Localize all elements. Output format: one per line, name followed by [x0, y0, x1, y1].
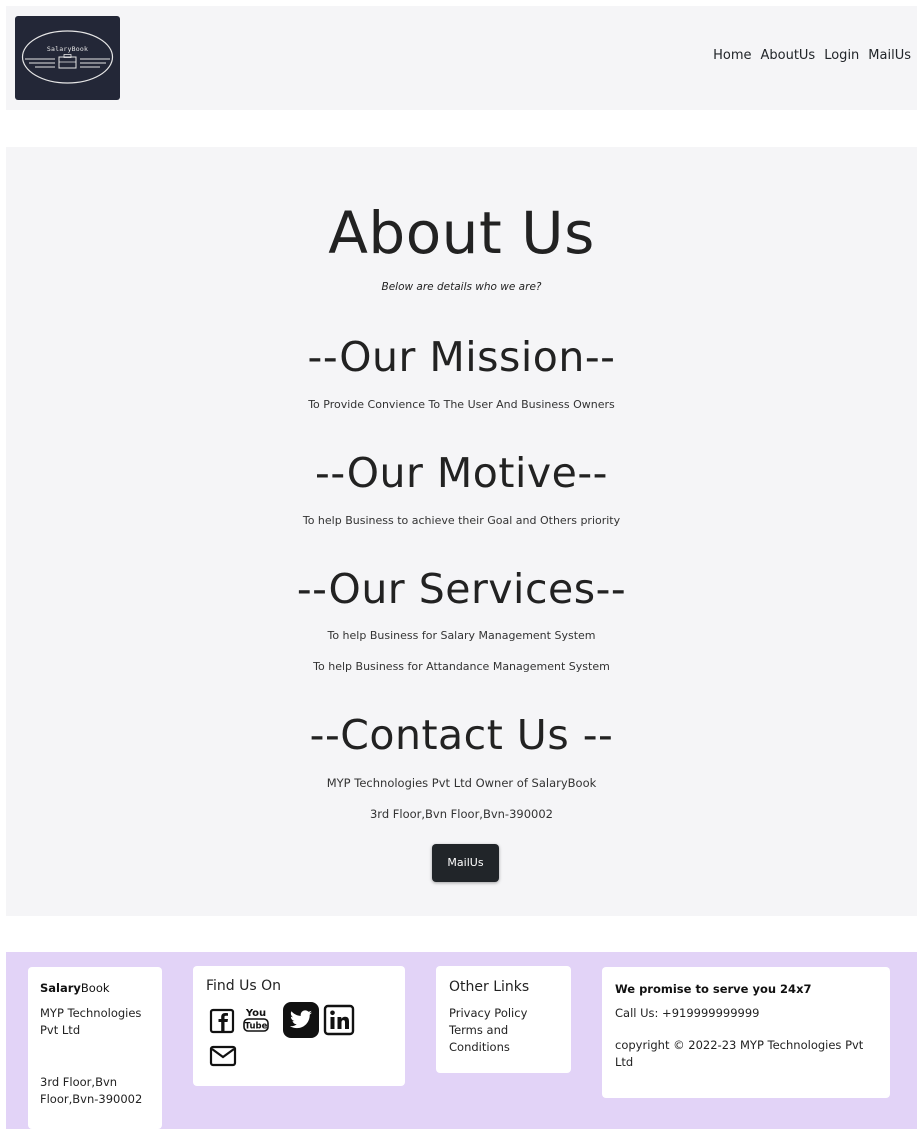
mailus-button[interactable]: MailUs	[432, 844, 499, 882]
facebook-icon[interactable]	[209, 1008, 235, 1034]
footer-contact-card: We promise to serve you 24x7 Call Us: +9…	[602, 967, 890, 1098]
page-subtitle: Below are details who we are?	[381, 281, 542, 293]
main-nav: Home AboutUs Login MailUs	[713, 48, 911, 63]
footer-brand-bold: Salary	[40, 981, 81, 995]
nav-home[interactable]: Home	[713, 48, 751, 63]
footer-company-name: MYP Technologies Pvt Ltd	[40, 1006, 142, 1037]
twitter-icon[interactable]	[283, 1002, 319, 1038]
page-title: About Us	[328, 199, 595, 267]
footer-brand: SalaryBook	[40, 981, 110, 995]
motive-text: To help Business to achieve their Goal a…	[302, 514, 621, 527]
promise-text: We promise to serve you 24x7	[615, 982, 812, 996]
nav-aboutus[interactable]: AboutUs	[760, 48, 815, 63]
site-header: SalaryBook Home AboutUs Login MailUs	[6, 6, 917, 110]
terms-link[interactable]: Terms and Conditions	[449, 1022, 559, 1056]
site-footer: SalaryBook MYP Technologies Pvt Ltd 3rd …	[6, 952, 917, 1129]
salarybook-logo[interactable]: SalaryBook	[15, 16, 120, 100]
logo-text: SalaryBook	[46, 45, 89, 53]
linkedin-icon[interactable]	[323, 1004, 355, 1036]
logo-emblem	[21, 30, 114, 84]
footer-company-card: SalaryBook MYP Technologies Pvt Ltd 3rd …	[28, 967, 162, 1129]
svg-text:Tube: Tube	[245, 1022, 268, 1032]
footer-social-card: Find Us On You Tube	[193, 966, 405, 1086]
motive-heading: --Our Motive--	[315, 449, 608, 497]
contact-owner: MYP Technologies Pvt Ltd Owner of Salary…	[326, 776, 597, 790]
other-links: Privacy Policy Terms and Conditions	[449, 1005, 559, 1056]
other-links-title: Other Links	[449, 979, 530, 995]
service-item: To help Business for Attandance Manageme…	[313, 660, 610, 673]
mission-heading: --Our Mission--	[307, 333, 616, 381]
about-jumbotron: About Us Below are details who we are? -…	[6, 147, 917, 916]
call-us-text: Call Us: +919999999999	[615, 1006, 760, 1020]
mail-icon[interactable]	[209, 1044, 237, 1068]
svg-text:You: You	[245, 1008, 266, 1019]
nav-mailus[interactable]: MailUs	[868, 48, 911, 63]
find-us-title: Find Us On	[206, 978, 282, 994]
services-heading: --Our Services--	[296, 565, 627, 613]
nav-login[interactable]: Login	[824, 48, 859, 63]
footer-address: 3rd Floor,Bvn Floor,Bvn-390002	[40, 1075, 143, 1106]
youtube-icon[interactable]: You Tube	[242, 1004, 270, 1034]
privacy-policy-link[interactable]: Privacy Policy	[449, 1005, 559, 1022]
footer-links-card: Other Links Privacy Policy Terms and Con…	[436, 966, 571, 1073]
mission-text: To Provide Convience To The User And Bus…	[308, 398, 615, 411]
contact-address: 3rd Floor,Bvn Floor,Bvn-390002	[369, 807, 553, 821]
service-item: To help Business for Salary Management S…	[327, 629, 596, 642]
contact-heading: --Contact Us --	[309, 711, 614, 759]
footer-brand-rest: Book	[80, 981, 110, 995]
copyright-text: copyright © 2022-23 MYP Technologies Pvt…	[615, 1038, 864, 1069]
